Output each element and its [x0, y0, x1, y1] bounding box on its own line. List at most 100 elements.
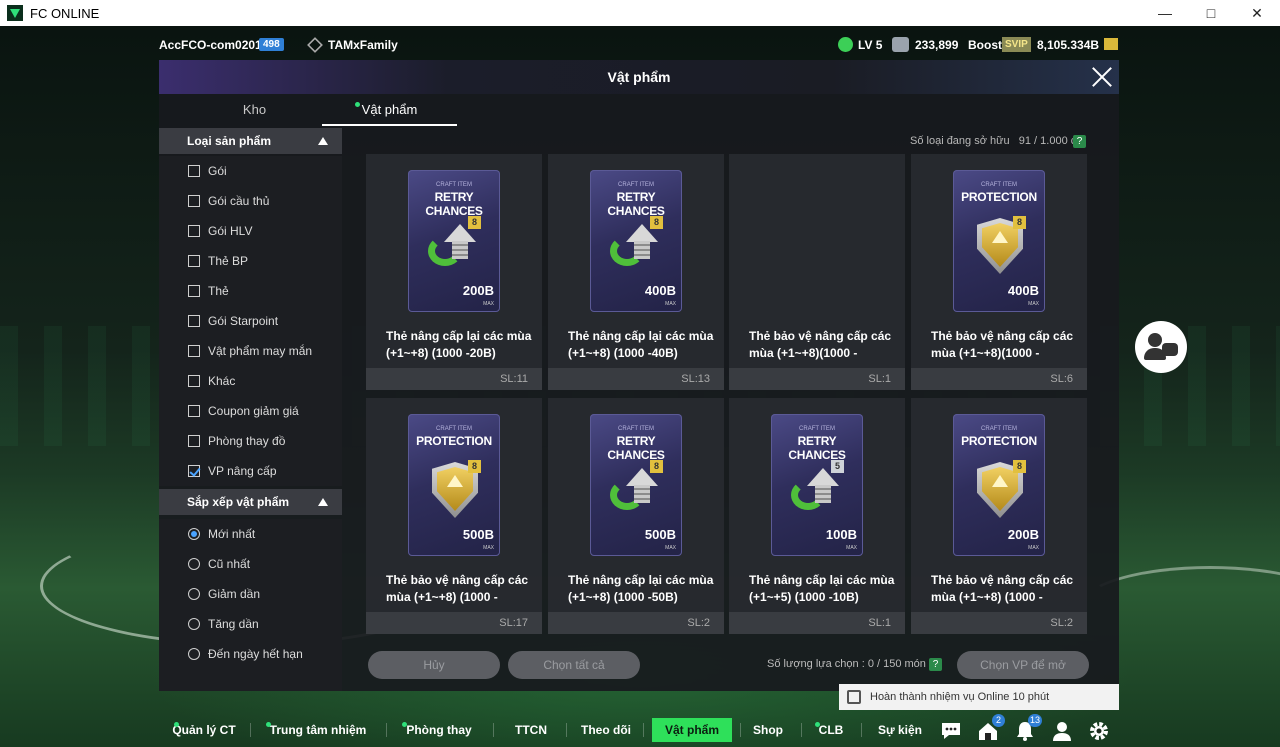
category-option[interactable]: Gói HLV [159, 216, 342, 246]
item-type: PROTECTION [961, 190, 1037, 204]
help-icon[interactable]: ? [929, 658, 942, 671]
sort-option[interactable]: Cũ nhất [159, 549, 342, 579]
window-title: FC ONLINE [30, 5, 100, 21]
close-icon[interactable] [1091, 66, 1113, 88]
craft-item-label: CRAFT ITEM [981, 426, 1017, 432]
item-card[interactable]: CRAFT ITEM PROTECTION 8 400B MAX Thẻ bảo vệ n… [911, 154, 1087, 390]
radio-icon[interactable] [188, 558, 200, 570]
checkbox-icon[interactable] [188, 255, 200, 267]
category-filter-title: Loại sản phẩm [187, 134, 272, 148]
nav-item[interactable]: Trung tâm nhiệm vụ [264, 718, 372, 742]
home-icon[interactable]: 2 [977, 714, 1005, 742]
sort-option[interactable]: Mới nhất [159, 519, 342, 549]
item-card[interactable]: CRAFT ITEM PROTECTION 8 500B MAX Thẻ bảo vệ n… [366, 398, 542, 634]
category-option[interactable]: Khác [159, 366, 342, 396]
boost-label[interactable]: Boost [968, 38, 1002, 52]
level-badge: 8 [468, 216, 481, 229]
nav-item[interactable]: Sự kiện [873, 718, 927, 742]
item-card[interactable]: CRAFT ITEM PROTECTION 8 200B MAX Thẻ bảo vệ n… [911, 398, 1087, 634]
craft-item-label: CRAFT ITEM [618, 182, 654, 188]
bell-icon[interactable]: 13 [1014, 714, 1042, 742]
checkbox-icon[interactable] [188, 225, 200, 237]
nav-item[interactable]: Quản lý CT [172, 718, 236, 742]
profile-icon[interactable] [1051, 720, 1073, 742]
category-option[interactable]: Gói [159, 156, 342, 186]
open-selected-button[interactable]: Chọn VP để mở [957, 651, 1089, 679]
account-badge: 498 [259, 38, 284, 51]
item-card[interactable]: CRAFT ITEM RETRY CHANCES 5 100B MAX Thẻ nâng … [729, 398, 905, 634]
sort-option-label: Đến ngày hết hạn [208, 647, 303, 661]
radio-icon[interactable] [188, 588, 200, 600]
item-type: RETRY CHANCES [425, 190, 483, 218]
craft-item-image: CRAFT ITEM RETRY CHANCES 5 100B MAX [771, 414, 863, 556]
checkbox-icon[interactable] [188, 345, 200, 357]
item-quantity: SL:13 [681, 373, 710, 385]
checkbox-icon[interactable] [188, 375, 200, 387]
nav-item[interactable]: Phòng thay đồ [400, 718, 478, 742]
item-name: Thẻ bảo vệ nâng cấp các mùa (+1~+8)(1000… [931, 329, 1074, 360]
category-option[interactable]: Gói cầu thủ [159, 186, 342, 216]
item-card[interactable]: Thẻ bảo vệ nâng cấp các mùa (+1~+8)(1000… [729, 154, 905, 390]
category-option[interactable]: Coupon giảm giá [159, 396, 342, 426]
close-window-button[interactable]: ✕ [1234, 0, 1280, 26]
nav-item[interactable]: TTCN [508, 718, 554, 742]
checkbox-icon[interactable] [188, 435, 200, 447]
cancel-button[interactable]: Hủy [368, 651, 500, 679]
maximize-button[interactable]: □ [1188, 0, 1234, 26]
item-quantity: SL:2 [687, 617, 710, 629]
radio-icon[interactable] [188, 648, 200, 660]
coin-balance: 233,899 [915, 38, 959, 52]
sort-option[interactable]: Tăng dần [159, 609, 342, 639]
category-option-label: Coupon giảm giá [208, 404, 299, 418]
category-option[interactable]: Vật phẩm may mắn [159, 336, 342, 366]
family-name[interactable]: TAMxFamily [328, 38, 398, 52]
nav-item[interactable]: Shop [748, 718, 788, 742]
sort-header[interactable]: Sắp xếp vật phẩm [159, 489, 342, 515]
minimize-button[interactable]: — [1142, 0, 1188, 26]
checkbox-icon[interactable] [188, 165, 200, 177]
checkbox-icon[interactable] [188, 285, 200, 297]
bottom-nav: Quản lý CT Trung tâm nhiệm vụ Phòng thay đ… [0, 714, 1280, 747]
radio-icon[interactable] [188, 618, 200, 630]
nav-item[interactable]: Theo dõi [578, 718, 634, 742]
checkbox-icon[interactable] [188, 195, 200, 207]
item-name: Thẻ bảo vệ nâng cấp các mùa (+1~+8) (100… [931, 573, 1074, 604]
settings-icon[interactable] [1088, 720, 1110, 742]
select-all-button[interactable]: Chọn tất cả [508, 651, 640, 679]
nav-item-label: Trung tâm nhiệm vụ [269, 723, 367, 737]
collapse-triangle-icon [318, 137, 328, 145]
category-option[interactable]: VP nâng cấp [159, 456, 342, 486]
item-max-label: MAX [1028, 301, 1039, 307]
item-name: Thẻ nâng cấp lại các mùa (+1~+8) (1000 -… [568, 329, 714, 360]
tab-vat-pham[interactable]: Vật phẩm [322, 94, 457, 126]
item-name: Thẻ bảo vệ nâng cấp các mùa (+1~+8) (100… [386, 573, 529, 604]
notification-dot-icon [815, 722, 820, 727]
item-card[interactable]: CRAFT ITEM RETRY CHANCES 8 400B MAX Thẻ nâng … [548, 154, 724, 390]
sort-option[interactable]: Đến ngày hết hạn [159, 639, 342, 669]
category-option[interactable]: Gói Starpoint [159, 306, 342, 336]
item-card[interactable]: CRAFT ITEM RETRY CHANCES 8 500B MAX Thẻ nâng … [548, 398, 724, 634]
tab-kho[interactable]: Kho [187, 94, 322, 126]
sort-option[interactable]: Giảm dần [159, 579, 342, 609]
friend-chat-button[interactable] [1135, 321, 1187, 373]
category-option[interactable]: Thẻ [159, 276, 342, 306]
calendar-icon [847, 690, 861, 704]
category-filter-header[interactable]: Loại sản phẩm [159, 128, 342, 154]
category-option-label: Gói Starpoint [208, 314, 279, 328]
checkbox-icon[interactable] [188, 315, 200, 327]
nav-separator [740, 723, 741, 737]
retry-arrows-icon [791, 468, 841, 518]
category-option[interactable]: Phòng thay đồ [159, 426, 342, 456]
nav-item[interactable]: CLB [813, 718, 849, 742]
radio-selected-icon[interactable] [188, 528, 200, 540]
nav-item[interactable]: Vật phẩm [652, 718, 732, 742]
bp-icon [1104, 38, 1118, 50]
chat-icon[interactable] [940, 720, 962, 742]
checkbox-icon[interactable] [188, 405, 200, 417]
nav-separator [643, 723, 644, 737]
mission-notice[interactable]: Hoàn thành nhiệm vụ Online 10 phút [839, 684, 1119, 710]
category-option[interactable]: Thẻ BP [159, 246, 342, 276]
help-icon[interactable]: ? [1073, 135, 1086, 148]
checkbox-checked-icon[interactable] [188, 465, 200, 477]
item-card[interactable]: CRAFT ITEM RETRY CHANCES 8 200B MAX Thẻ nâng … [366, 154, 542, 390]
